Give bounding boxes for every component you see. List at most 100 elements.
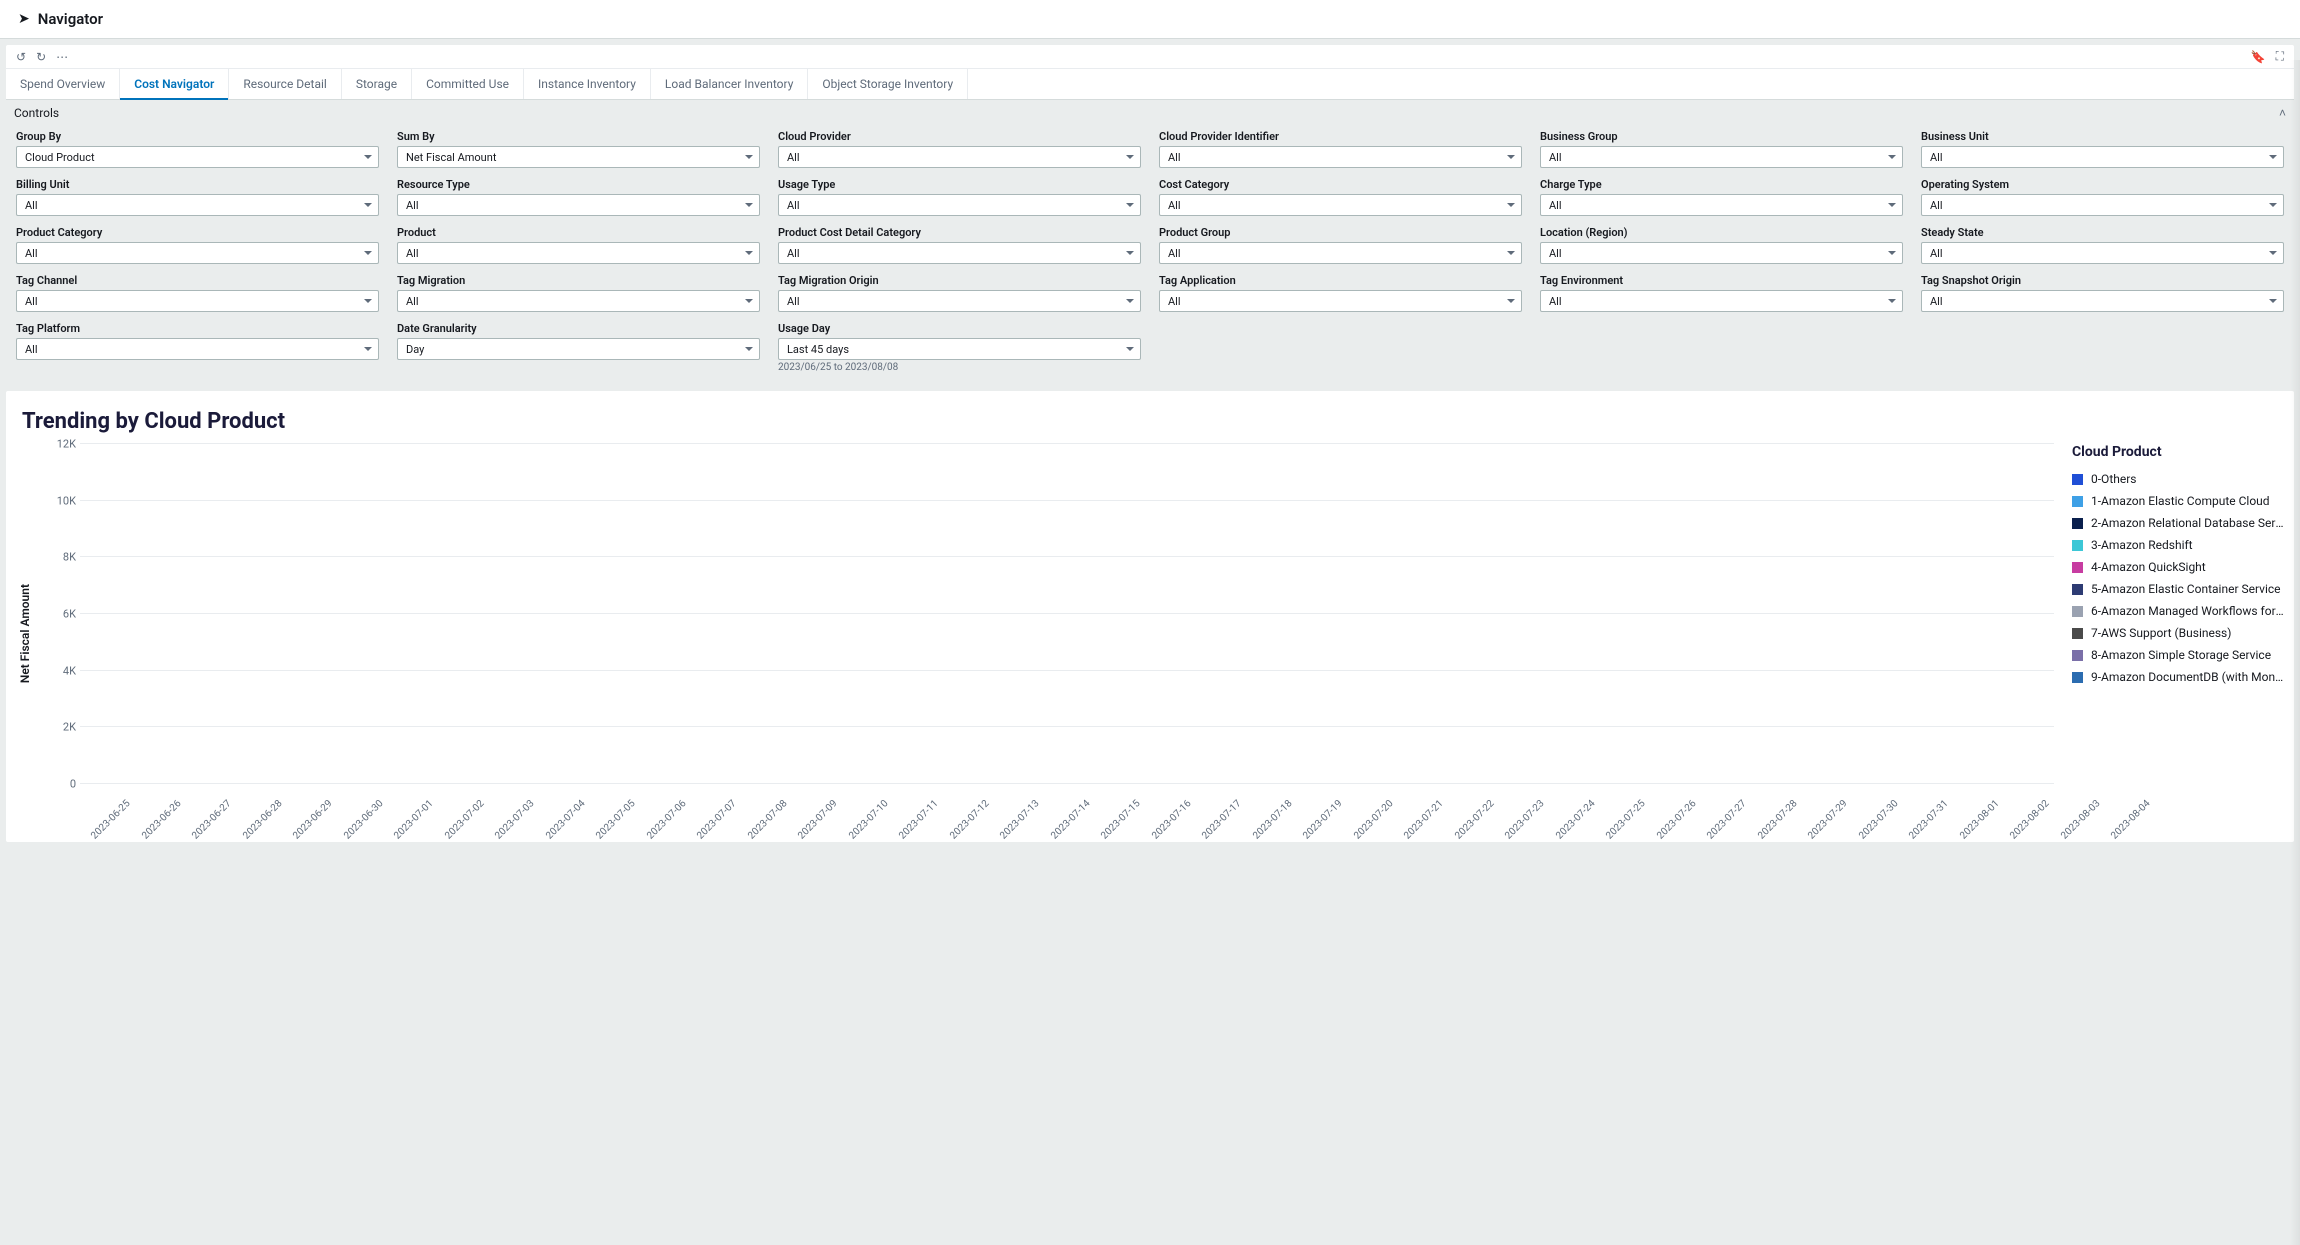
select-steady-state[interactable]: All — [1921, 242, 2284, 264]
control-hint: 2023/06/25 to 2023/08/08 — [778, 362, 1141, 373]
legend-item[interactable]: 0-Others — [2072, 472, 2284, 486]
select-product-category[interactable]: All — [16, 242, 379, 264]
y-tick: 10K — [57, 494, 76, 507]
select-product[interactable]: All — [397, 242, 760, 264]
tab-storage[interactable]: Storage — [342, 69, 412, 99]
select-tag-migration[interactable]: All — [397, 290, 760, 312]
controls-title: Controls — [14, 106, 59, 120]
fullscreen-icon[interactable]: ⛶ — [2276, 49, 2284, 64]
control-usage-type: Usage Type All — [778, 178, 1141, 216]
select-operating-system[interactable]: All — [1921, 194, 2284, 216]
control-product-category: Product CategoryAll — [16, 226, 379, 264]
select-tag-application[interactable]: All — [1159, 290, 1522, 312]
collapse-controls-icon[interactable]: ˄ — [2279, 106, 2286, 120]
select-tag-platform[interactable]: All — [16, 338, 379, 360]
legend-title: Cloud Product — [2072, 444, 2284, 460]
control-product-cost-detail-category: Product Cost Detail CategoryAll — [778, 226, 1141, 264]
tab-cost-navigator[interactable]: Cost Navigator — [120, 69, 229, 99]
control-label: Steady State — [1921, 226, 2284, 239]
select-business-group[interactable]: All — [1540, 146, 1903, 168]
select-business-unit[interactable]: All — [1921, 146, 2284, 168]
select-tag-environment[interactable]: All — [1540, 290, 1903, 312]
legend-item[interactable]: 6-Amazon Managed Workflows for ... — [2072, 604, 2284, 618]
legend-item[interactable]: 5-Amazon Elastic Container Service — [2072, 582, 2284, 596]
control-tag-platform: Tag PlatformAll — [16, 322, 379, 373]
scrollbar[interactable] — [2290, 60, 2300, 1245]
select-cloud-provider-identifier[interactable]: All — [1159, 146, 1522, 168]
chart-title: Trending by Cloud Product — [22, 409, 2284, 434]
tab-committed-use[interactable]: Committed Use — [412, 69, 524, 99]
select-tag-snapshot-origin[interactable]: All — [1921, 290, 2284, 312]
legend-swatch — [2072, 540, 2083, 551]
legend-item[interactable]: 3-Amazon Redshift — [2072, 538, 2284, 552]
select-tag-migration-origin[interactable]: All — [778, 290, 1141, 312]
select-billing-unit[interactable]: All — [16, 194, 379, 216]
toolbar: ↺ ↻ ⋯ 🔖 ⛶ — [6, 45, 2294, 69]
chart-plot: 02K4K6K8K10K12K 2023-06-252023-06-262023… — [40, 444, 2054, 824]
more-icon[interactable]: ⋯ — [56, 50, 68, 64]
tabs: Spend OverviewCost NavigatorResource Det… — [6, 69, 2294, 100]
select-resource-type[interactable]: All — [397, 194, 760, 216]
legend-label: 3-Amazon Redshift — [2091, 538, 2193, 552]
control-label: Location (Region) — [1540, 226, 1903, 239]
tab-load-balancer-inventory[interactable]: Load Balancer Inventory — [651, 69, 808, 99]
undo-icon[interactable]: ↺ — [16, 50, 26, 64]
control-steady-state: Steady State All — [1921, 226, 2284, 264]
legend-item[interactable]: 1-Amazon Elastic Compute Cloud — [2072, 494, 2284, 508]
control-operating-system: Operating System All — [1921, 178, 2284, 216]
select-usage-day[interactable]: Last 45 days — [778, 338, 1141, 360]
legend-item[interactable]: 2-Amazon Relational Database Service — [2072, 516, 2284, 530]
y-tick: 2K — [63, 721, 76, 734]
control-label: Product — [397, 226, 760, 239]
control-label: Tag Migration — [397, 274, 760, 287]
legend-item[interactable]: 4-Amazon QuickSight — [2072, 560, 2284, 574]
select-group-by[interactable]: Cloud Product — [16, 146, 379, 168]
select-usage-type[interactable]: All — [778, 194, 1141, 216]
control-label: Tag Application — [1159, 274, 1522, 287]
control-usage-day: Usage DayLast 45 days2023/06/25 to 2023/… — [778, 322, 1141, 373]
select-product-group[interactable]: All — [1159, 242, 1522, 264]
tab-spend-overview[interactable]: Spend Overview — [6, 69, 120, 99]
control-label: Tag Channel — [16, 274, 379, 287]
control-business-group: Business Group All — [1540, 130, 1903, 168]
legend-label: 6-Amazon Managed Workflows for ... — [2091, 604, 2284, 618]
tab-object-storage-inventory[interactable]: Object Storage Inventory — [808, 69, 968, 99]
control-sum-by: Sum ByNet Fiscal Amount — [397, 130, 760, 168]
chart-card: Trending by Cloud Product Net Fiscal Amo… — [6, 391, 2294, 842]
legend-label: 7-AWS Support (Business) — [2091, 626, 2231, 640]
control-tag-snapshot-origin: Tag Snapshot Origin All — [1921, 274, 2284, 312]
legend-item[interactable]: 7-AWS Support (Business) — [2072, 626, 2284, 640]
select-sum-by[interactable]: Net Fiscal Amount — [397, 146, 760, 168]
select-product-cost-detail-category[interactable]: All — [778, 242, 1141, 264]
control-label: Usage Type — [778, 178, 1141, 191]
control-label: Date Granularity — [397, 322, 760, 335]
control-resource-type: Resource Type All — [397, 178, 760, 216]
redo-icon[interactable]: ↻ — [36, 50, 46, 64]
legend-swatch — [2072, 584, 2083, 595]
control-label: Resource Type — [397, 178, 760, 191]
control-location-(region): Location (Region) All — [1540, 226, 1903, 264]
legend-item[interactable]: 9-Amazon DocumentDB (with Mong... — [2072, 670, 2284, 684]
select-location-(region)[interactable]: All — [1540, 242, 1903, 264]
page-title: Navigator — [38, 10, 103, 28]
tab-instance-inventory[interactable]: Instance Inventory — [524, 69, 651, 99]
tab-resource-detail[interactable]: Resource Detail — [229, 69, 342, 99]
legend: Cloud Product 0-Others 1-Amazon Elastic C… — [2054, 444, 2284, 824]
control-label: Business Group — [1540, 130, 1903, 143]
control-business-unit: Business UnitAll — [1921, 130, 2284, 168]
legend-label: 9-Amazon DocumentDB (with Mong... — [2091, 670, 2284, 684]
legend-label: 4-Amazon QuickSight — [2091, 560, 2206, 574]
select-tag-channel[interactable]: All — [16, 290, 379, 312]
control-cloud-provider: Cloud ProviderAll — [778, 130, 1141, 168]
select-cost-category[interactable]: All — [1159, 194, 1522, 216]
control-label: Tag Snapshot Origin — [1921, 274, 2284, 287]
control-cloud-provider-identifier: Cloud Provider IdentifierAll — [1159, 130, 1522, 168]
select-cloud-provider[interactable]: All — [778, 146, 1141, 168]
bookmark-icon[interactable]: 🔖 — [2251, 50, 2266, 64]
control-label: Operating System — [1921, 178, 2284, 191]
legend-item[interactable]: 8-Amazon Simple Storage Service — [2072, 648, 2284, 662]
select-date-granularity[interactable]: Day — [397, 338, 760, 360]
legend-swatch — [2072, 606, 2083, 617]
control-label: Charge Type — [1540, 178, 1903, 191]
select-charge-type[interactable]: All — [1540, 194, 1903, 216]
